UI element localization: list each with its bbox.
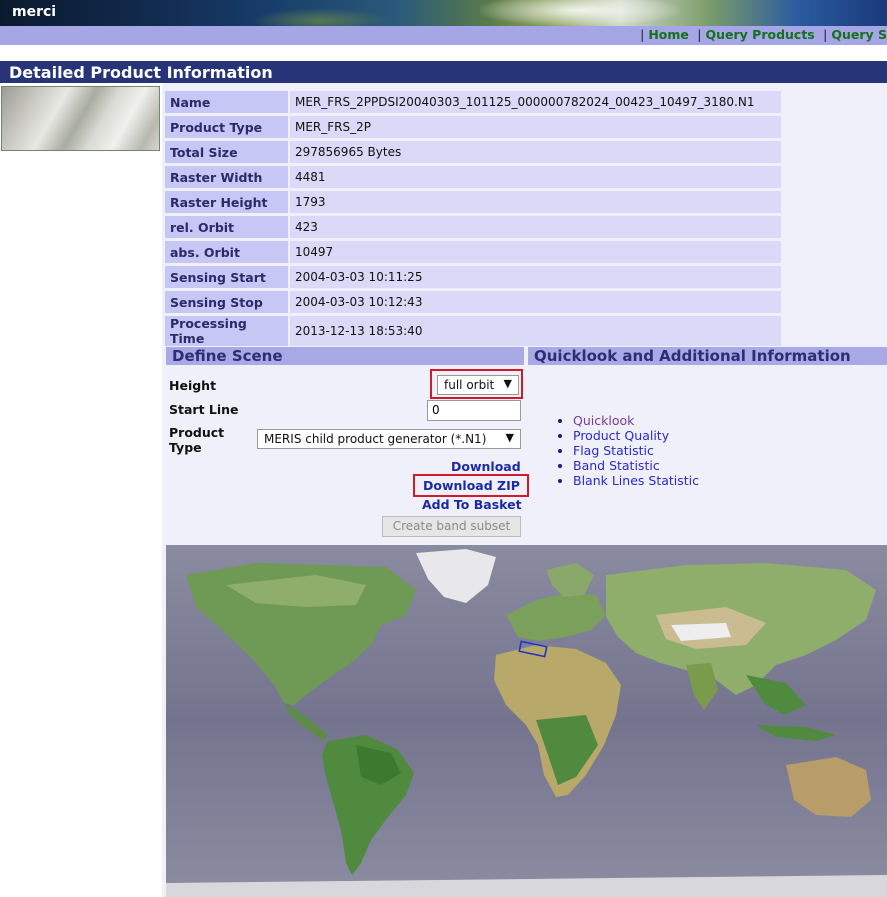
download-zip-highlight [413, 474, 529, 497]
product-type-label: Product Type [169, 425, 225, 455]
left-column [0, 83, 162, 897]
nav-query-products-link[interactable]: Query Products [705, 27, 814, 42]
row-value: 423 [288, 216, 781, 238]
row-key: rel. Orbit [165, 216, 288, 238]
define-scene-header: Define Scene [166, 347, 524, 365]
height-label: Height [169, 378, 217, 393]
row-value: 4481 [288, 166, 781, 188]
table-row: Raster Width 4481 [165, 166, 781, 188]
table-row: Raster Height 1793 [165, 191, 781, 213]
nav-links: | Home | Query Products | Query S [640, 27, 887, 42]
list-item: Quicklook [573, 413, 699, 428]
list-item: Blank Lines Statistic [573, 473, 699, 488]
flag-statistic-link[interactable]: Flag Statistic [573, 443, 654, 458]
blank-lines-statistic-link[interactable]: Blank Lines Statistic [573, 473, 699, 488]
row-key: Raster Height [165, 191, 288, 213]
page-title: Detailed Product Information [9, 63, 273, 82]
row-key: Sensing Stop [165, 291, 288, 313]
quicklook-link[interactable]: Quicklook [573, 413, 634, 428]
quicklook-title: Quicklook and Additional Information [534, 347, 851, 365]
top-banner: merci [0, 0, 887, 26]
logo: merci [12, 4, 57, 20]
list-item: Band Statistic [573, 458, 699, 473]
table-row: Sensing Stop 2004-03-03 10:12:43 [165, 291, 781, 313]
row-value: 1793 [288, 191, 781, 213]
table-row: Processing Time 2013-12-13 18:53:40 [165, 316, 781, 346]
download-link[interactable]: Download [451, 459, 521, 474]
row-value: 2013-12-13 18:53:40 [288, 316, 781, 346]
table-row: rel. Orbit 423 [165, 216, 781, 238]
quicklook-links: Quicklook Product Quality Flag Statistic… [555, 413, 699, 488]
nav-home-link[interactable]: Home [648, 27, 689, 42]
world-map-graphic [166, 545, 887, 897]
row-key: abs. Orbit [165, 241, 288, 263]
band-statistic-link[interactable]: Band Statistic [573, 458, 660, 473]
row-key: Processing Time [165, 316, 288, 346]
create-band-subset-button[interactable]: Create band subset [382, 516, 521, 537]
product-info-table: Name MER_FRS_2PPDSI20040303_101125_000000… [165, 88, 781, 349]
page-title-bar: Detailed Product Information [0, 61, 887, 83]
nav-query-s-link[interactable]: Query S [831, 27, 887, 42]
product-quality-link[interactable]: Product Quality [573, 428, 669, 443]
product-thumbnail[interactable] [1, 86, 160, 151]
table-row: abs. Orbit 10497 [165, 241, 781, 263]
define-scene-title: Define Scene [172, 347, 283, 365]
nav-bar: | Home | Query Products | Query S [0, 26, 887, 45]
row-key: Sensing Start [165, 266, 288, 288]
row-key: Product Type [165, 116, 288, 138]
start-line-label: Start Line [169, 402, 239, 417]
row-key: Name [165, 91, 288, 113]
list-item: Product Quality [573, 428, 699, 443]
start-line-value: 0 [432, 403, 440, 417]
table-row: Sensing Start 2004-03-03 10:11:25 [165, 266, 781, 288]
row-value: 2004-03-03 10:12:43 [288, 291, 781, 313]
product-type-select[interactable]: MERIS child product generator (*.N1) ▼ [257, 429, 521, 449]
row-value: 10497 [288, 241, 781, 263]
row-value: MER_FRS_2P [288, 116, 781, 138]
product-type-select-value: MERIS child product generator (*.N1) [264, 432, 487, 446]
row-value: MER_FRS_2PPDSI20040303_101125_0000007820… [288, 91, 781, 113]
start-line-input[interactable]: 0 [427, 400, 521, 421]
table-row: Name MER_FRS_2PPDSI20040303_101125_000000… [165, 91, 781, 113]
quicklook-header: Quicklook and Additional Information [528, 347, 887, 365]
world-map[interactable] [166, 545, 887, 897]
chevron-down-icon: ▼ [505, 431, 514, 444]
row-value: 2004-03-03 10:11:25 [288, 266, 781, 288]
table-row: Product Type MER_FRS_2P [165, 116, 781, 138]
add-to-basket-link[interactable]: Add To Basket [422, 497, 522, 512]
row-key: Raster Width [165, 166, 288, 188]
table-row: Total Size 297856965 Bytes [165, 141, 781, 163]
height-select-highlight [430, 369, 523, 399]
list-item: Flag Statistic [573, 443, 699, 458]
row-key: Total Size [165, 141, 288, 163]
row-value: 297856965 Bytes [288, 141, 781, 163]
